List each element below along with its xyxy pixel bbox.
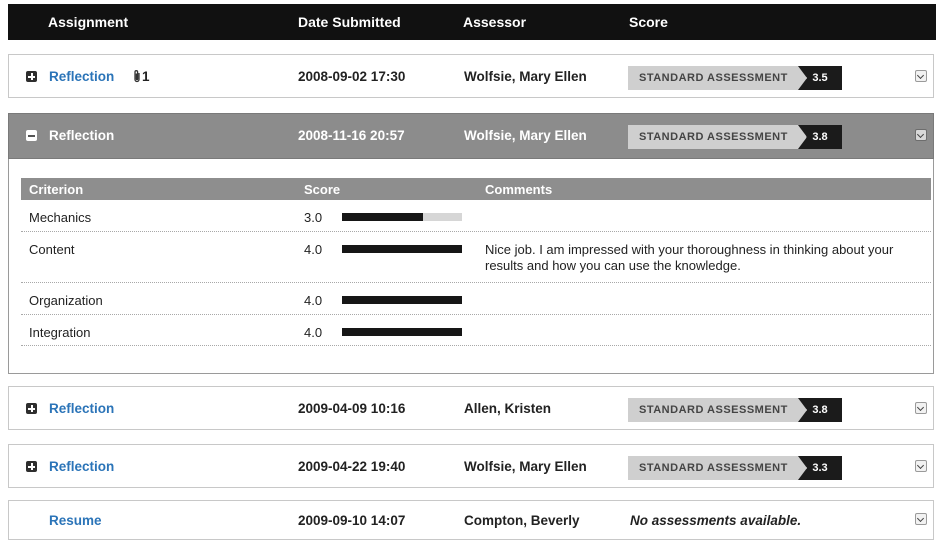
criterion-name: Content <box>29 242 75 257</box>
row-menu-chevron-down-icon[interactable] <box>915 70 927 82</box>
header-assignment: Assignment <box>48 14 129 30</box>
score-bar-fill <box>342 213 423 221</box>
attachment-count: 1 <box>142 69 150 84</box>
criterion-score: 3.0 <box>304 210 323 225</box>
criterion-name: Mechanics <box>29 210 92 225</box>
assignment-link[interactable]: Reflection <box>49 459 114 474</box>
assessor-name: Allen, Kristen <box>464 401 552 416</box>
criterion-row: Mechanics 3.0 <box>21 200 931 232</box>
collapse-icon[interactable] <box>26 130 37 141</box>
criterion-score: 4.0 <box>304 293 323 308</box>
table-row[interactable]: Reflection 1 2008-09-02 17:30 Wolfsie, M… <box>8 54 934 98</box>
score-bar-fill <box>342 296 462 304</box>
expand-icon[interactable] <box>26 403 37 414</box>
paperclip-icon[interactable] <box>133 69 141 86</box>
expand-icon[interactable] <box>26 461 37 472</box>
assignment-link[interactable]: Reflection <box>49 401 114 416</box>
assignment-link[interactable]: Reflection <box>49 69 114 84</box>
criterion-score: 4.0 <box>304 325 323 340</box>
criterion-header: Criterion <box>29 182 84 197</box>
score-bar <box>342 296 462 304</box>
table-row[interactable]: Reflection 2009-04-09 10:16 Allen, Krist… <box>8 386 934 430</box>
table-header: Assignment Date Submitted Assessor Score <box>8 4 936 40</box>
criterion-row: Integration 4.0 <box>21 315 931 346</box>
assessment-label: STANDARD ASSESSMENT <box>628 456 806 480</box>
score-bar-fill <box>342 245 462 253</box>
criterion-row: Organization 4.0 <box>21 283 931 315</box>
assessor-name: Wolfsie, Mary Ellen <box>464 69 587 84</box>
table-row[interactable]: Resume 2009-09-10 14:07 Compton, Beverly… <box>8 500 934 540</box>
date-submitted: 2008-09-02 17:30 <box>298 69 406 84</box>
score-header: Score <box>304 182 341 197</box>
criteria-header: Criterion Score Comments <box>21 178 931 200</box>
table-row[interactable]: Reflection 2009-04-22 19:40 Wolfsie, Mar… <box>8 444 934 488</box>
assessor-name: Wolfsie, Mary Ellen <box>464 459 587 474</box>
criterion-name: Integration <box>29 325 91 340</box>
row-menu-chevron-down-icon[interactable] <box>915 129 927 141</box>
header-date-submitted: Date Submitted <box>298 14 401 30</box>
score-bar <box>342 245 462 253</box>
date-submitted: 2009-09-10 14:07 <box>298 513 406 528</box>
assessment-label: STANDARD ASSESSMENT <box>628 398 806 422</box>
score-badge: STANDARD ASSESSMENT 3.5 <box>628 66 842 90</box>
no-assessment-text: No assessments available. <box>630 513 802 528</box>
row-menu-chevron-down-icon[interactable] <box>915 513 927 525</box>
score-bar <box>342 328 462 336</box>
assessment-label: STANDARD ASSESSMENT <box>628 66 806 90</box>
criterion-comment: Nice job. I am impressed with your thoro… <box>485 242 894 273</box>
assignment-link[interactable]: Resume <box>49 513 102 528</box>
comments-header: Comments <box>485 182 553 197</box>
expand-icon[interactable] <box>26 71 37 82</box>
date-submitted: 2009-04-09 10:16 <box>298 401 406 416</box>
row-menu-chevron-down-icon[interactable] <box>915 460 927 472</box>
table-row-expanded[interactable]: Reflection 2008-11-16 20:57 Wolfsie, Mar… <box>8 113 934 159</box>
criterion-score: 4.0 <box>304 242 323 257</box>
date-submitted: 2008-11-16 20:57 <box>298 128 405 143</box>
criterion-name: Organization <box>29 293 103 308</box>
score-badge: STANDARD ASSESSMENT 3.8 <box>628 125 842 149</box>
header-score: Score <box>629 14 668 30</box>
date-submitted: 2009-04-22 19:40 <box>298 459 406 474</box>
score-bar <box>342 213 462 221</box>
assignment-link[interactable]: Reflection <box>49 128 114 143</box>
assessor-name: Compton, Beverly <box>464 513 580 528</box>
score-bar-fill <box>342 328 462 336</box>
criterion-row: Content 4.0 Nice job. I am impressed wit… <box>21 232 931 283</box>
header-assessor: Assessor <box>463 14 527 30</box>
score-badge: STANDARD ASSESSMENT 3.3 <box>628 456 842 480</box>
score-badge: STANDARD ASSESSMENT 3.8 <box>628 398 842 422</box>
assessment-label: STANDARD ASSESSMENT <box>628 125 806 149</box>
row-menu-chevron-down-icon[interactable] <box>915 402 927 414</box>
assessment-detail-panel: Criterion Score Comments Mechanics 3.0 C… <box>8 159 934 374</box>
assessor-name: Wolfsie, Mary Ellen <box>464 128 587 143</box>
